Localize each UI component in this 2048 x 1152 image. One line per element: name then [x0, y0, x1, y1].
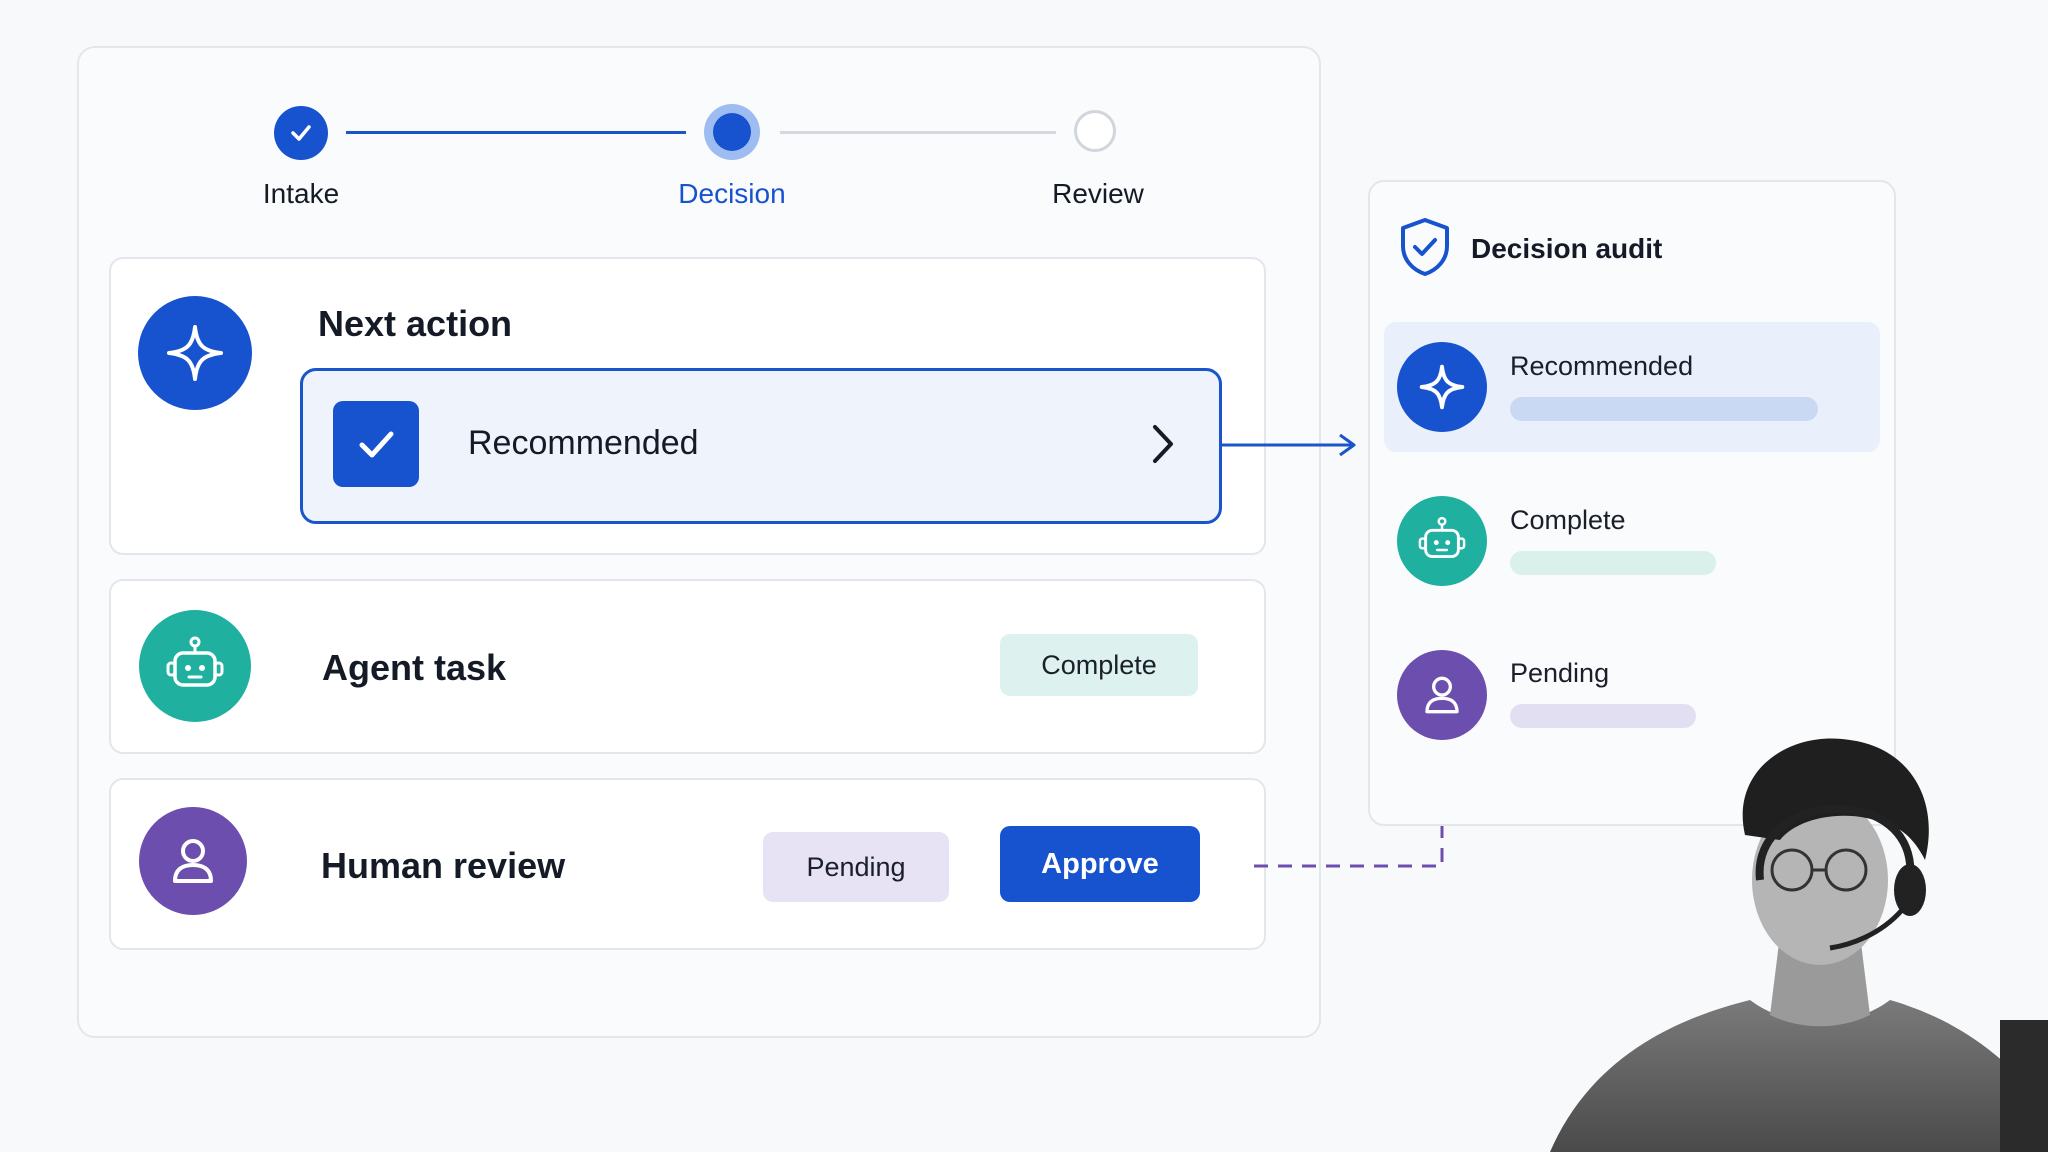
decision-audit-title: Decision audit	[1471, 233, 1663, 264]
operator-chair	[2000, 1020, 2048, 1152]
audit-person-icon	[1397, 650, 1487, 740]
shield-check-icon	[1398, 216, 1452, 283]
operator-photo	[1550, 738, 2048, 1152]
audit-entry-pending-label: Pending	[1510, 658, 1610, 688]
audit-entry-recommended-bar	[1510, 397, 1818, 421]
audit-robot-icon	[1397, 496, 1487, 586]
audit-entry-recommended-label: Recommended	[1510, 351, 1694, 381]
audit-entry-pending-bar	[1510, 704, 1696, 728]
audit-entry-complete-label: Complete	[1510, 505, 1626, 535]
audit-sparkle-icon	[1397, 342, 1487, 432]
audit-entry-complete-bar	[1510, 551, 1716, 575]
